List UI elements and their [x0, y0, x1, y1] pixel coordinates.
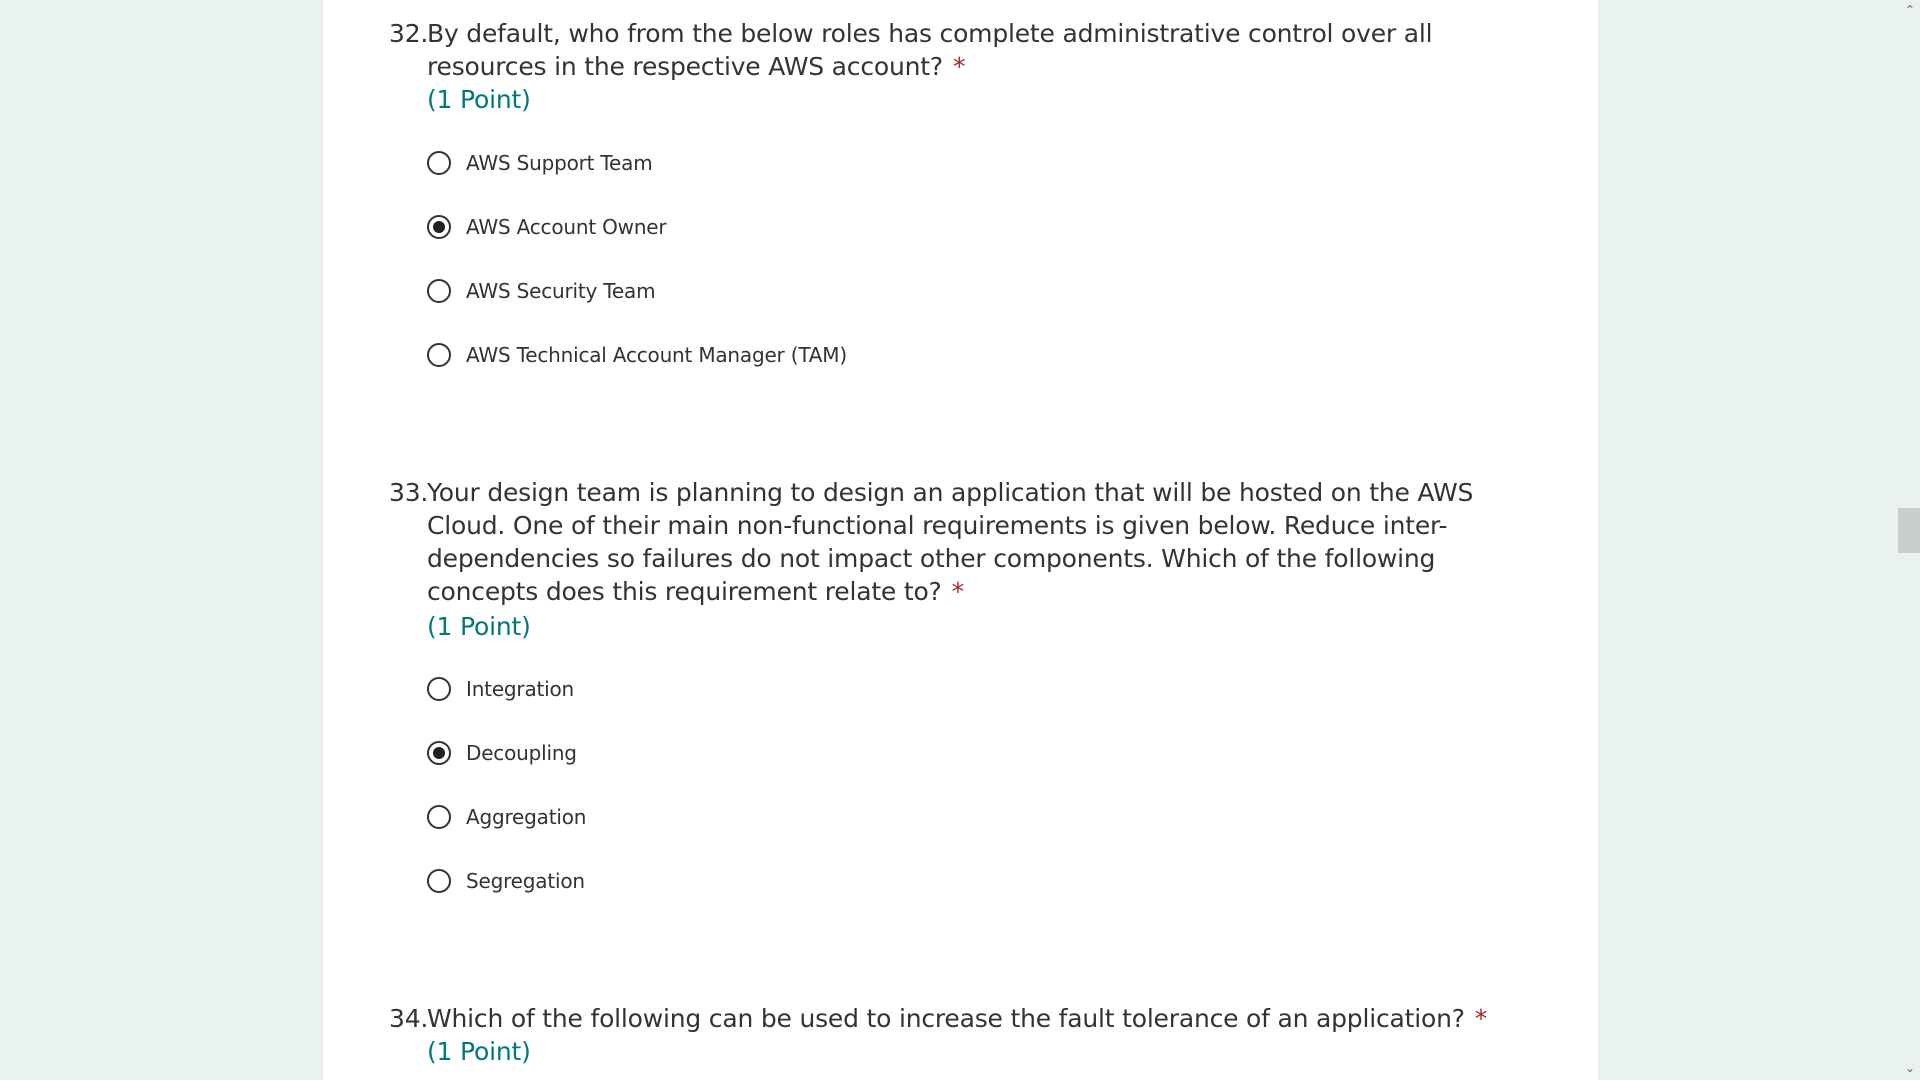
option-label: AWS Account Owner [466, 215, 667, 239]
option-aggregation[interactable]: Aggregation [427, 797, 586, 837]
question-points: (1 Point) [427, 612, 531, 641]
question-number: 34. [389, 1004, 429, 1033]
option-label: Segregation [466, 869, 585, 893]
option-aws-tam[interactable]: AWS Technical Account Manager (TAM) [427, 335, 847, 375]
vertical-scrollbar[interactable]: ⌃ ⌄ [1898, 0, 1920, 1080]
radio-selected-dot [433, 221, 445, 233]
radio-button[interactable] [427, 279, 451, 303]
radio-button[interactable] [427, 869, 451, 893]
question-text: Your design team is planning to design a… [427, 478, 1474, 606]
option-label: AWS Support Team [466, 151, 653, 175]
question-title: Which of the following can be used to in… [427, 1002, 1527, 1035]
required-asterisk: * [951, 577, 965, 606]
scroll-up-arrow-icon[interactable]: ⌃ [1905, 4, 1915, 16]
scroll-down-arrow-icon[interactable]: ⌄ [1905, 1062, 1915, 1074]
radio-button[interactable] [427, 151, 451, 175]
radio-button[interactable] [427, 677, 451, 701]
option-decoupling[interactable]: Decoupling [427, 733, 577, 773]
question-text: By default, who from the below roles has… [427, 19, 1433, 81]
radio-selected-dot [433, 747, 445, 759]
question-points: (1 Point) [427, 85, 531, 114]
question-number: 32. [389, 19, 429, 48]
option-aws-account-owner[interactable]: AWS Account Owner [427, 207, 667, 247]
option-label: Aggregation [466, 805, 587, 829]
question-text: Which of the following can be used to in… [427, 1004, 1465, 1033]
radio-button-selected[interactable] [427, 741, 451, 765]
required-asterisk: * [952, 52, 966, 81]
radio-button-selected[interactable] [427, 215, 451, 239]
option-label: Decoupling [466, 741, 577, 765]
option-integration[interactable]: Integration [427, 669, 574, 709]
required-asterisk: * [1474, 1004, 1488, 1033]
question-title: By default, who from the below roles has… [427, 17, 1487, 83]
question-number: 33. [389, 478, 429, 507]
option-label: AWS Security Team [466, 279, 656, 303]
question-title: Your design team is planning to design a… [427, 476, 1527, 608]
option-aws-support-team[interactable]: AWS Support Team [427, 143, 653, 183]
option-label: Integration [466, 677, 575, 701]
form-card: 32. By default, who from the below roles… [323, 0, 1598, 1080]
option-label: AWS Technical Account Manager (TAM) [466, 343, 847, 367]
radio-button[interactable] [427, 805, 451, 829]
scrollbar-thumb[interactable] [1898, 508, 1920, 553]
option-segregation[interactable]: Segregation [427, 861, 585, 901]
question-points: (1 Point) [427, 1037, 531, 1066]
option-aws-security-team[interactable]: AWS Security Team [427, 271, 656, 311]
radio-button[interactable] [427, 343, 451, 367]
